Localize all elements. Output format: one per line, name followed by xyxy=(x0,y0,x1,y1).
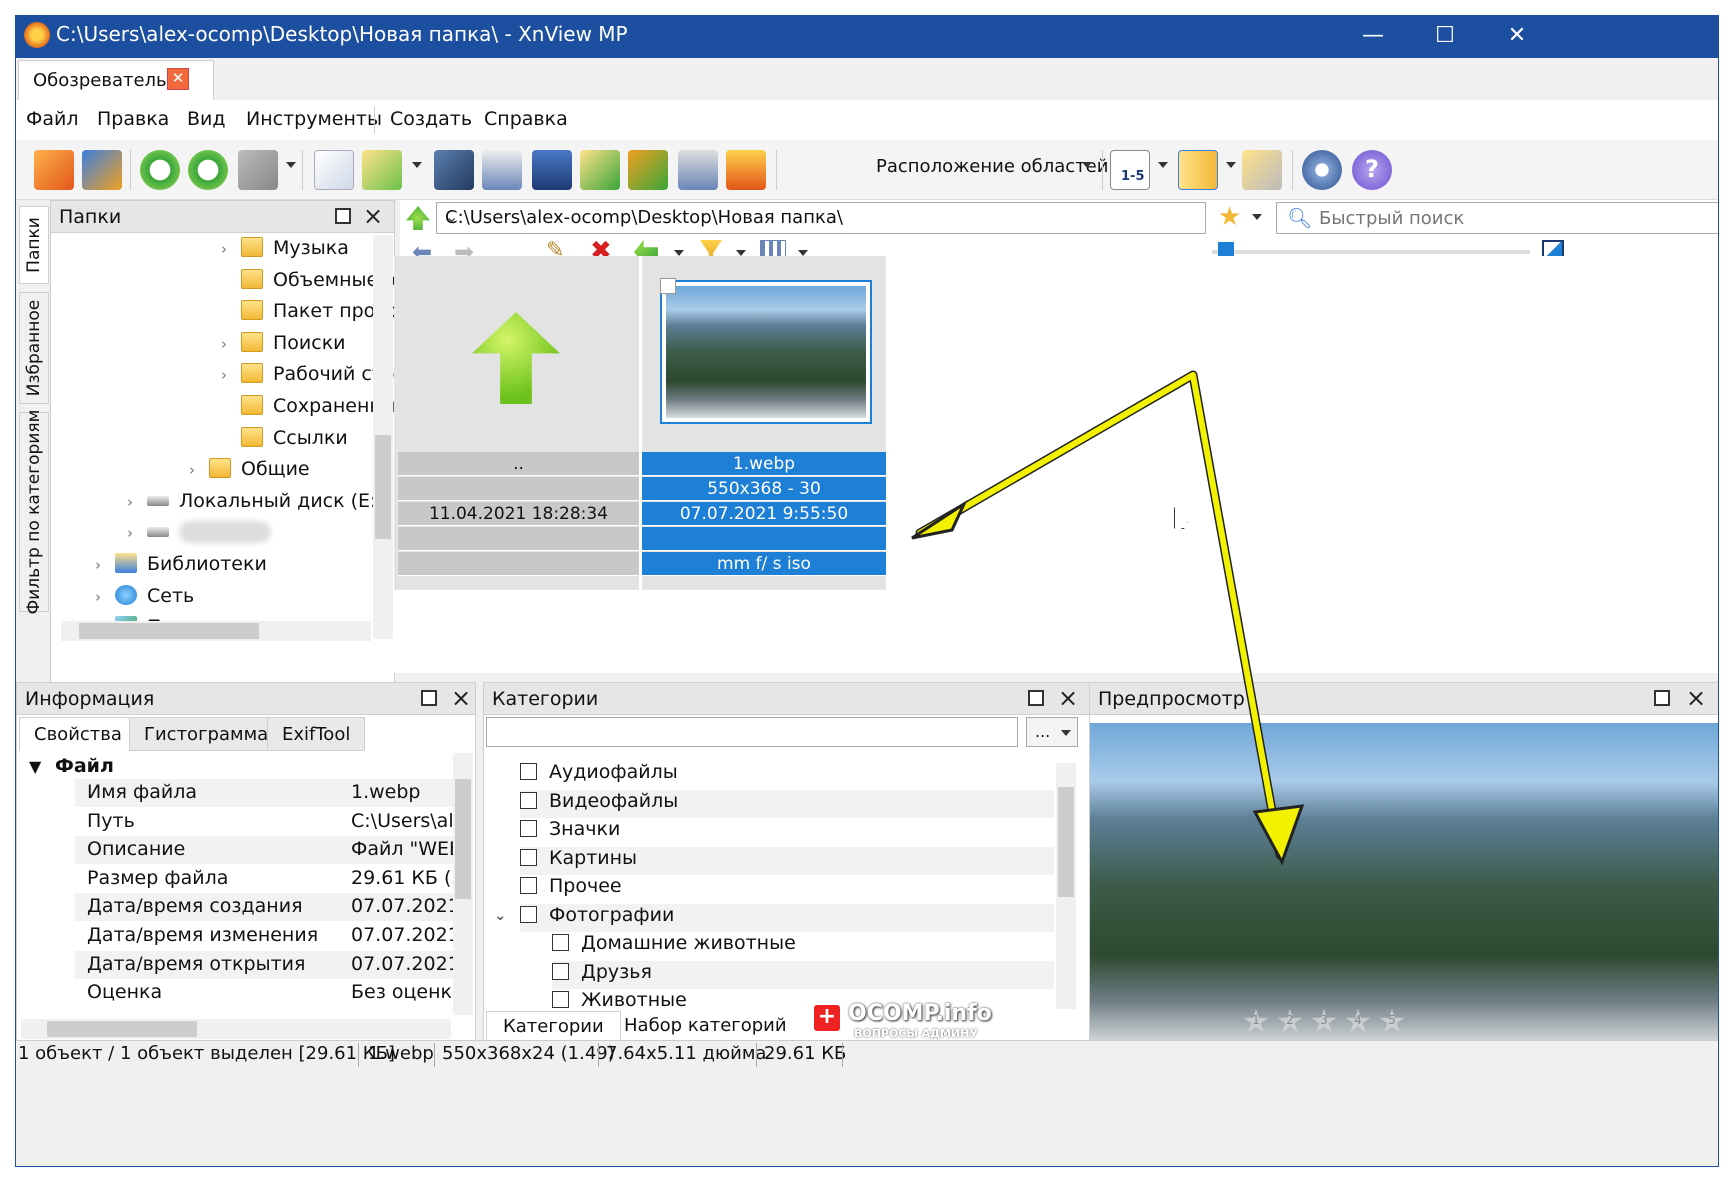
annotation-arrows xyxy=(911,370,1305,866)
annotation-arrowhead-down xyxy=(1252,804,1305,866)
annotation-arrowhead-left xyxy=(911,499,968,540)
annotation-arrow-lines xyxy=(915,370,1285,860)
thumbnail-select-checkbox[interactable] xyxy=(660,278,676,294)
annotation-arrow-fill xyxy=(917,372,1283,858)
